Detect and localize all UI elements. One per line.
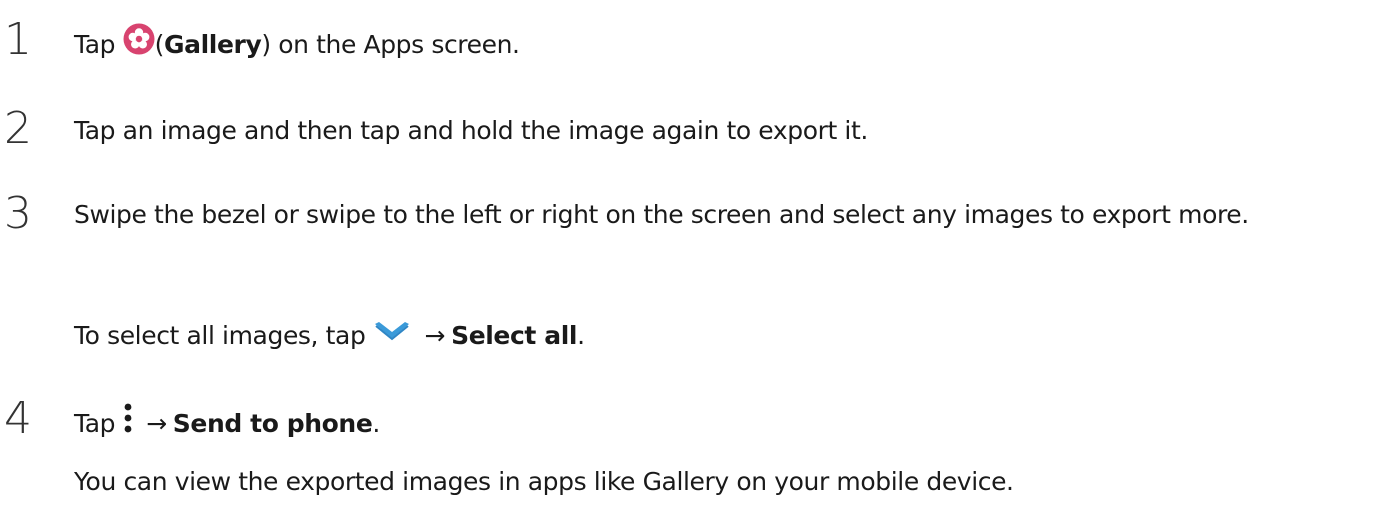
step-text: Tap an image and then tap and hold the i…: [74, 116, 868, 145]
gallery-icon: [123, 23, 155, 63]
step-number: 3: [4, 188, 32, 239]
send-to-phone-label: Send to phone: [172, 409, 373, 438]
step-text: Swipe the bezel or swipe to the left or …: [74, 200, 1249, 229]
note-prefix: To select all images, tap: [74, 321, 366, 350]
gallery-label: Gallery: [164, 30, 262, 59]
step-note: You can view the exported images in apps…: [74, 467, 1014, 496]
step-text-suffix: .: [372, 409, 380, 438]
step-number: 2: [4, 103, 32, 154]
step-text-suffix: ) on the Apps screen.: [261, 30, 520, 59]
step-text-prefix: Tap: [74, 409, 116, 438]
chevron-down-icon: [373, 318, 411, 350]
step-text-prefix: Tap: [74, 30, 116, 59]
arrow-symbol: →: [424, 321, 446, 350]
step-note: To select all images, tap → Select all.: [74, 320, 585, 353]
arrow-symbol: →: [146, 409, 167, 438]
step-text: Tap (Gallery) on the Apps screen.: [74, 23, 520, 66]
more-options-icon: [123, 402, 133, 442]
paren-open: (: [154, 30, 165, 59]
select-all-label: Select all: [451, 321, 578, 350]
note-suffix: .: [577, 321, 585, 350]
step-number: 1: [4, 14, 32, 65]
step-text: Tap → Send to phone.: [74, 402, 380, 445]
step-number: 4: [4, 393, 32, 444]
